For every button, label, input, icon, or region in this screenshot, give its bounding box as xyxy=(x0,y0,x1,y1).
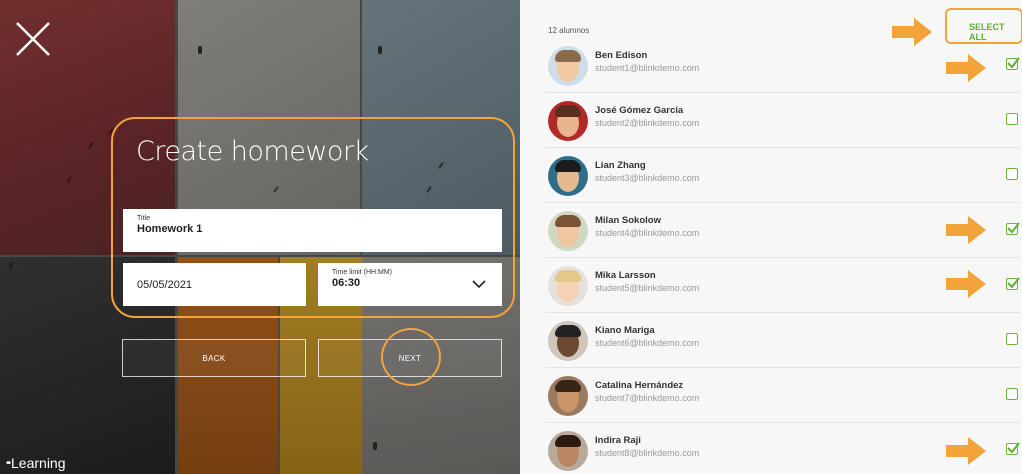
student-name: Lian Zhang xyxy=(595,160,646,171)
student-row[interactable]: Kiano Mariga student6@blinkdemo.com xyxy=(546,313,1020,368)
brand-logo: •• Learning xyxy=(6,455,66,471)
student-checkbox[interactable] xyxy=(1006,168,1018,180)
student-count: 12 alumnos xyxy=(548,26,590,35)
student-name: Mika Larsson xyxy=(595,270,656,281)
avatar-hair xyxy=(555,325,581,337)
avatar-hair xyxy=(555,105,581,117)
student-name: Kiano Mariga xyxy=(595,325,655,336)
student-name: Ben Edison xyxy=(595,50,648,61)
arrow-annotation-icon xyxy=(946,270,986,298)
student-checkbox[interactable] xyxy=(1006,333,1018,345)
avatar-hair xyxy=(555,160,581,172)
avatar-hair xyxy=(555,215,581,227)
close-icon xyxy=(16,22,50,56)
close-button[interactable] xyxy=(14,20,52,58)
arrow-annotation-icon xyxy=(946,437,986,465)
checkmark-icon xyxy=(1007,57,1020,69)
student-avatar xyxy=(548,321,588,361)
student-avatar xyxy=(548,46,588,86)
brand-name: Learning xyxy=(11,455,66,471)
student-checkbox[interactable] xyxy=(1006,442,1020,455)
student-email: student6@blinkdemo.com xyxy=(595,338,700,348)
student-avatar xyxy=(548,376,588,416)
avatar-hair xyxy=(555,435,581,447)
student-checkbox[interactable] xyxy=(1006,222,1020,235)
arrow-annotation-icon xyxy=(946,54,986,82)
highlight-next-circle xyxy=(381,328,441,386)
student-avatar xyxy=(548,431,588,471)
student-name: Indira Raji xyxy=(595,435,641,446)
student-checkbox[interactable] xyxy=(1006,277,1020,290)
student-email: student3@blinkdemo.com xyxy=(595,173,700,183)
student-email: student8@blinkdemo.com xyxy=(595,448,700,458)
student-email: student4@blinkdemo.com xyxy=(595,228,700,238)
checkmark-icon xyxy=(1007,277,1020,289)
arrow-annotation-icon xyxy=(946,216,986,244)
brand-dots: •• xyxy=(6,458,11,469)
student-row[interactable]: Catalina Hernández student7@blinkdemo.com xyxy=(546,368,1020,423)
avatar-hair xyxy=(555,270,581,282)
highlight-form-outline xyxy=(111,117,515,318)
arrow-annotation-icon xyxy=(892,18,932,46)
avatar-hair xyxy=(555,50,581,62)
student-row[interactable]: Lian Zhang student3@blinkdemo.com xyxy=(546,148,1020,203)
student-avatar xyxy=(548,266,588,306)
student-email: student7@blinkdemo.com xyxy=(595,393,700,403)
student-name: Catalina Hernández xyxy=(595,380,684,391)
student-email: student5@blinkdemo.com xyxy=(595,283,700,293)
student-name: José Gómez García xyxy=(595,105,684,116)
student-avatar xyxy=(548,156,588,196)
student-checkbox[interactable] xyxy=(1006,388,1018,400)
student-row[interactable]: José Gómez García student2@blinkdemo.com xyxy=(546,93,1020,148)
back-button[interactable]: BACK xyxy=(122,339,306,377)
student-avatar xyxy=(548,211,588,251)
avatar-hair xyxy=(555,380,581,392)
student-email: student1@blinkdemo.com xyxy=(595,63,700,73)
student-checkbox[interactable] xyxy=(1006,113,1018,125)
checkmark-icon xyxy=(1007,442,1020,454)
student-avatar xyxy=(548,101,588,141)
student-name: Milan Sokolow xyxy=(595,215,661,226)
create-homework-panel: Create homework Title Homework 1 05/05/2… xyxy=(0,0,520,474)
student-email: student2@blinkdemo.com xyxy=(595,118,700,128)
checkmark-icon xyxy=(1007,222,1020,234)
student-checkbox[interactable] xyxy=(1006,57,1020,70)
